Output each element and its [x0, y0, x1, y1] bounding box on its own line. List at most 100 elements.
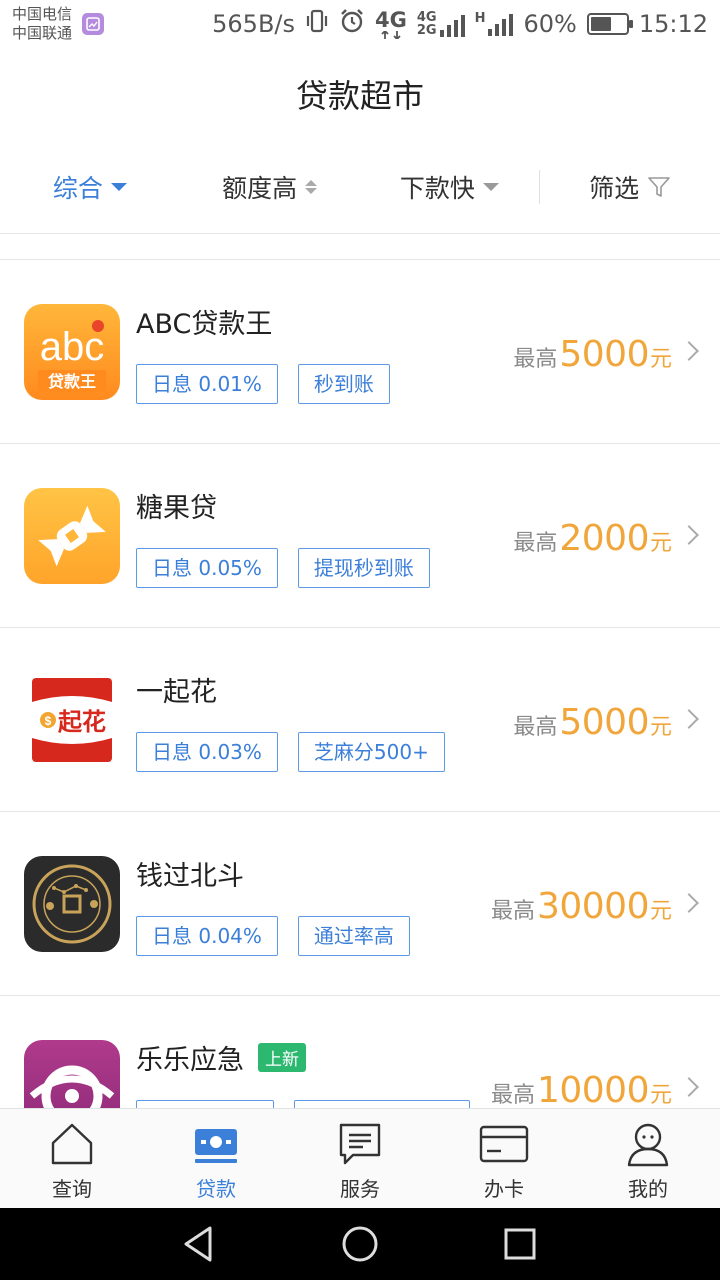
- amount-unit: 元: [649, 715, 672, 740]
- feature-tag: 提现秒到账: [297, 548, 430, 588]
- max-amount: 最高 5000 元: [513, 334, 672, 375]
- list-spacer: [0, 234, 720, 260]
- chevron-right-icon: [679, 525, 699, 545]
- gallery-notification-icon: [82, 13, 105, 35]
- filter-high-amount-label: 额度高: [222, 173, 298, 203]
- new-badge: 上新: [258, 1043, 306, 1072]
- list-item[interactable]: 糖果贷 日息 0.05% 提现秒到账 最高 2000 元: [0, 444, 720, 628]
- caret-down-icon: [110, 182, 127, 191]
- vibrate-icon: [305, 8, 329, 40]
- abc-loan-logo: abc 贷款王: [24, 304, 120, 400]
- network-h-label: H: [474, 11, 486, 26]
- amount-label: 最高: [513, 531, 558, 556]
- feature-tag: 秒到账: [297, 364, 390, 404]
- amount-value: 5000: [559, 702, 649, 743]
- nav-profile-label: 我的: [628, 1177, 668, 1201]
- interest-tag: 日息 0.04%: [136, 916, 278, 956]
- lele-emergency-logo: [24, 1040, 120, 1108]
- home-icon: [51, 1123, 93, 1165]
- filter-high-amount[interactable]: 额度高: [180, 169, 360, 205]
- max-amount: 最高 5000 元: [513, 702, 672, 743]
- amount-label: 最高: [513, 715, 558, 740]
- amount-label: 最高: [513, 347, 558, 372]
- nav-card-label: 办卡: [484, 1177, 524, 1201]
- amount-value: 5000: [559, 334, 649, 375]
- abc-logo-subtext: 贷款王: [48, 372, 96, 391]
- network-2g-small: 2G: [416, 23, 437, 38]
- yiqihua-logo: $ 起花: [24, 672, 120, 768]
- feature-tag: [294, 1100, 470, 1108]
- yiqihua-logo-text: 起花: [57, 708, 106, 736]
- nav-loan-label: 贷款: [196, 1177, 236, 1201]
- amount-label: 最高: [490, 1083, 535, 1108]
- clock: 15:12: [638, 10, 708, 38]
- interest-tag: [136, 1100, 274, 1108]
- page-title: 贷款超市: [295, 77, 424, 115]
- product-name: 一起花: [136, 677, 217, 708]
- back-icon[interactable]: [180, 1224, 220, 1264]
- nav-card[interactable]: 办卡: [432, 1109, 576, 1208]
- amount-value: 30000: [536, 886, 650, 927]
- product-name: 乐乐应急: [136, 1045, 244, 1076]
- filter-fast-payout-label: 下款快: [399, 173, 475, 203]
- amount-unit: 元: [649, 1083, 672, 1108]
- list-item[interactable]: 钱过北斗 日息 0.04% 通过率高 最高 30000 元: [0, 812, 720, 996]
- profile-icon: [627, 1123, 669, 1167]
- amount-value: 2000: [559, 518, 649, 559]
- signal-icon: [439, 13, 465, 37]
- home-circle-icon[interactable]: [340, 1224, 380, 1264]
- list-item[interactable]: $ 起花 一起花 日息 0.03% 芝麻分500+ 最高 5000 元: [0, 628, 720, 812]
- amount-value: 10000: [536, 1070, 650, 1108]
- carrier-2: 中国联通: [12, 24, 73, 42]
- candy-loan-logo: [24, 488, 120, 584]
- filter-fast-payout[interactable]: 下款快: [360, 169, 540, 205]
- alarm-icon: [339, 8, 365, 40]
- nav-service-label: 服务: [340, 1177, 380, 1201]
- product-name: 糖果贷: [136, 493, 217, 524]
- bottom-nav: 查询 贷款 服务 办卡 我的: [0, 1108, 720, 1208]
- amount-label: 最高: [490, 899, 535, 924]
- card-icon: [479, 1125, 529, 1163]
- interest-tag: 日息 0.05%: [136, 548, 278, 588]
- chevron-right-icon: [679, 893, 699, 913]
- filter-screen[interactable]: 筛选: [540, 169, 720, 205]
- list-item[interactable]: abc 贷款王 ABC贷款王 日息 0.01% 秒到账 最高 5000 元: [0, 260, 720, 444]
- product-tags: 日息 0.04% 通过率高: [136, 916, 410, 956]
- interest-tag: 日息 0.03%: [136, 732, 278, 772]
- caret-down-icon: [482, 182, 499, 191]
- nav-loan[interactable]: 贷款: [144, 1109, 288, 1208]
- product-name: ABC贷款王: [136, 309, 273, 340]
- recents-icon[interactable]: [500, 1224, 540, 1264]
- product-tags: 日息 0.03% 芝麻分500+: [136, 732, 445, 772]
- signal-2-icon: [488, 12, 514, 36]
- data-arrows-icon: [381, 30, 401, 39]
- network-speed: 565B/s: [212, 10, 296, 38]
- amount-unit: 元: [649, 899, 672, 924]
- carrier-1: 中国电信: [12, 5, 73, 23]
- feature-tag: 通过率高: [297, 916, 410, 956]
- product-name: 钱过北斗: [136, 861, 244, 892]
- sort-icon: [305, 179, 318, 194]
- chevron-right-icon: [679, 1077, 699, 1097]
- max-amount: 最高 10000 元: [491, 1070, 672, 1108]
- abc-logo-text: abc: [40, 325, 105, 369]
- nav-profile[interactable]: 我的: [576, 1109, 720, 1208]
- nav-service[interactable]: 服务: [288, 1109, 432, 1208]
- filter-comprehensive[interactable]: 综合: [0, 169, 180, 205]
- status-bar: 中国电信 中国联通 565B/s 4G 4G 2G H 60% 15:12: [0, 0, 720, 48]
- product-tags: 日息 0.05% 提现秒到账: [136, 548, 430, 588]
- battery-icon: [586, 13, 633, 35]
- battery-percent: 60%: [523, 10, 577, 38]
- filter-comprehensive-label: 综合: [52, 173, 103, 203]
- nav-query[interactable]: 查询: [0, 1109, 144, 1208]
- amount-unit: 元: [649, 531, 672, 556]
- qianguo-beidou-logo: [24, 856, 120, 952]
- funnel-icon: [648, 176, 670, 197]
- amount-unit: 元: [649, 347, 672, 372]
- product-tags: 日息 0.01% 秒到账: [136, 364, 390, 404]
- max-amount: 最高 30000 元: [491, 886, 672, 927]
- product-list[interactable]: abc 贷款王 ABC贷款王 日息 0.01% 秒到账 最高 5000 元 糖果…: [0, 260, 720, 1108]
- chevron-right-icon: [679, 341, 699, 361]
- list-item[interactable]: 乐乐应急 上新 最高 10000 元: [0, 996, 720, 1108]
- nav-query-label: 查询: [52, 1177, 92, 1201]
